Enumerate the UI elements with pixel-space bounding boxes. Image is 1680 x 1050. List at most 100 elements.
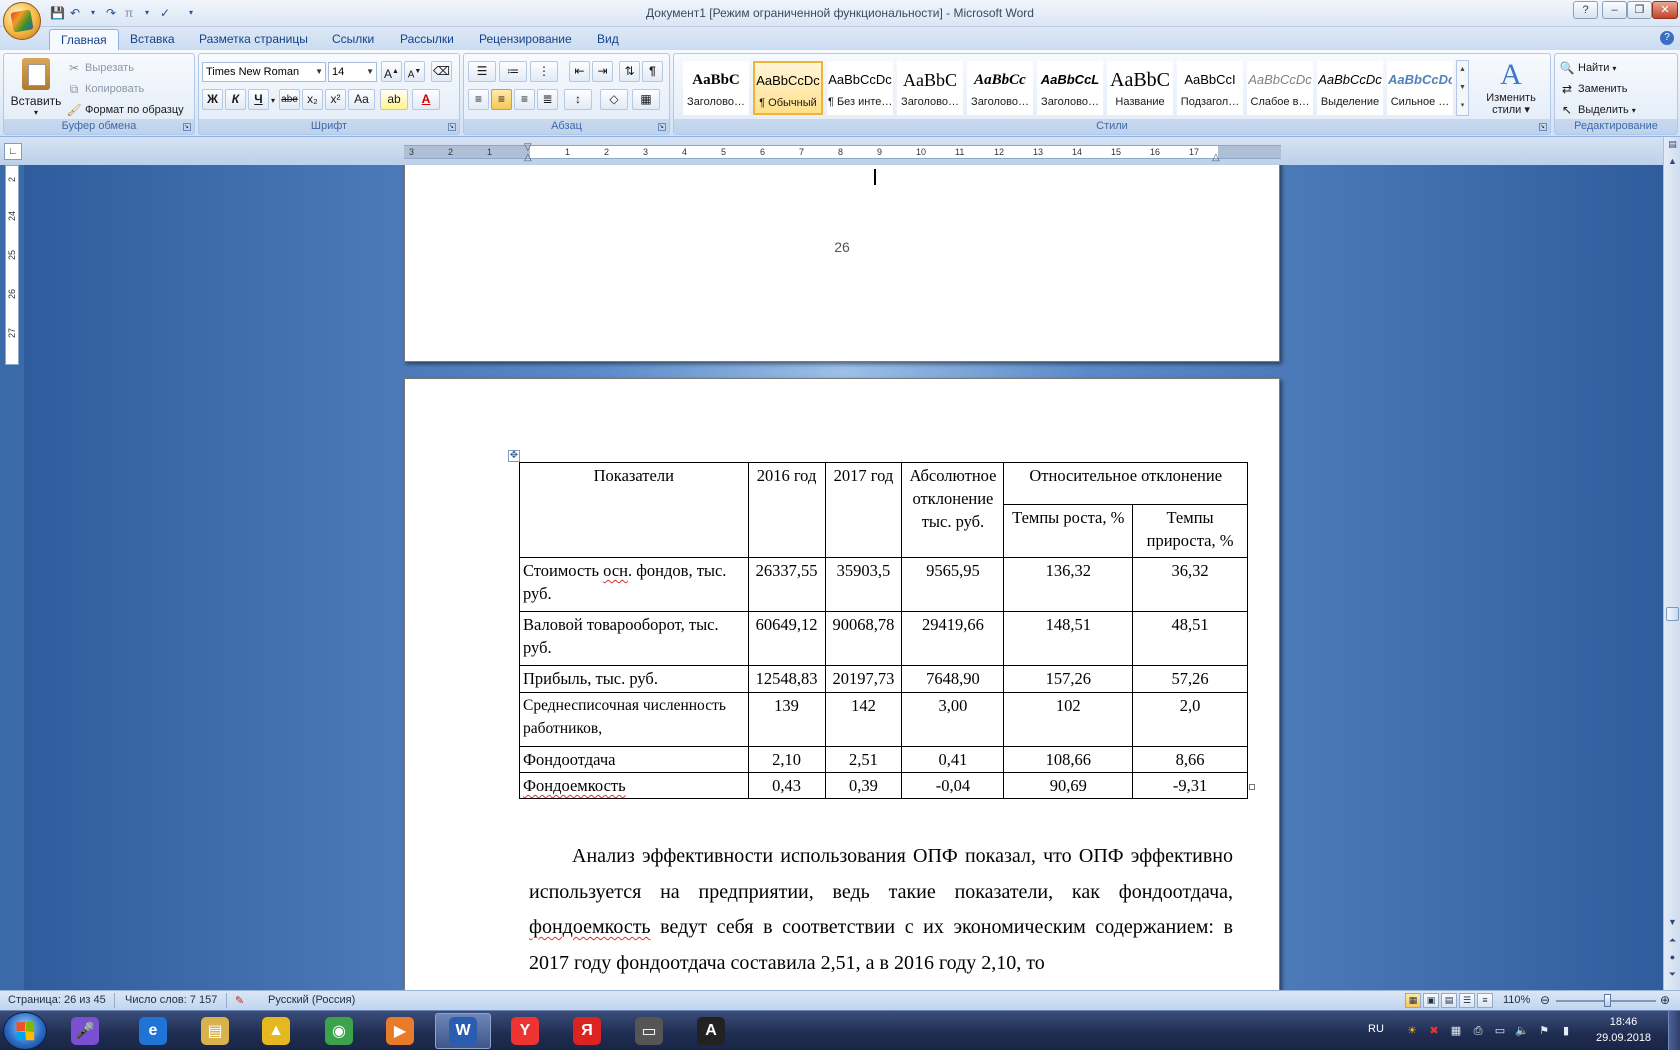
style-title[interactable]: AaBbC Название bbox=[1107, 61, 1173, 115]
change-case-button[interactable]: Aa bbox=[348, 89, 375, 110]
help-button[interactable]: ? bbox=[1573, 1, 1598, 19]
cell-growth[interactable]: 148,51 bbox=[1003, 611, 1134, 666]
start-button[interactable] bbox=[3, 1012, 47, 1050]
align-right-icon[interactable]: ≡ bbox=[514, 89, 535, 110]
browse-object-icon[interactable]: ● bbox=[1665, 950, 1680, 965]
cut-button[interactable]: ✂ Вырезать bbox=[66, 58, 134, 78]
taskbar-app-archiver[interactable]: ▲ bbox=[248, 1013, 304, 1049]
ruler-toggle-icon[interactable]: ▤ bbox=[1665, 137, 1680, 152]
help-icon[interactable]: ? bbox=[1660, 31, 1674, 45]
draft-view-icon[interactable]: ≡ bbox=[1477, 993, 1493, 1008]
align-left-icon[interactable]: ≡ bbox=[468, 89, 489, 110]
show-formatting-icon[interactable]: ¶ bbox=[642, 61, 663, 82]
action-center-flag-icon[interactable]: ⚑ bbox=[1536, 1023, 1552, 1039]
cell-growth[interactable]: 108,66 bbox=[1003, 746, 1134, 773]
previous-page-icon[interactable]: ⏶ bbox=[1665, 933, 1680, 948]
row-label[interactable]: Фондоемкость bbox=[519, 772, 749, 799]
sort-icon[interactable]: ⇅ bbox=[619, 61, 640, 82]
cell-absolute[interactable]: 29419,66 bbox=[901, 611, 1005, 666]
cell-growth[interactable]: 136,32 bbox=[1003, 557, 1134, 612]
maximize-button[interactable]: ❐ bbox=[1627, 1, 1652, 19]
style-heading1[interactable]: AaBbC Заголово… bbox=[683, 61, 749, 115]
scroll-thumb[interactable] bbox=[1666, 607, 1679, 621]
font-launcher-icon[interactable]: ↘ bbox=[448, 123, 456, 131]
italic-button[interactable]: К bbox=[225, 89, 246, 110]
clear-format-icon[interactable]: ⌫ bbox=[431, 61, 452, 82]
cell-2017[interactable]: 0,39 bbox=[824, 772, 903, 799]
volume-icon[interactable]: 🔈 bbox=[1514, 1023, 1530, 1039]
cell-increase[interactable]: -9,31 bbox=[1132, 772, 1248, 799]
print-layout-view-icon[interactable]: ▦ bbox=[1405, 993, 1421, 1008]
full-screen-view-icon[interactable]: ▣ bbox=[1423, 993, 1439, 1008]
bullets-icon[interactable]: ☰ bbox=[468, 61, 496, 82]
superscript-button[interactable]: x² bbox=[325, 89, 346, 110]
cell-2017[interactable]: 90068,78 bbox=[824, 611, 903, 666]
printer-icon[interactable]: ⎙ bbox=[1470, 1023, 1486, 1039]
zoom-out-icon[interactable]: ⊖ bbox=[1540, 993, 1550, 1007]
style-subtitle[interactable]: AaBbCcI Подзагол… bbox=[1177, 61, 1243, 115]
underline-dropdown-icon[interactable]: ▾ bbox=[271, 96, 275, 105]
row-label[interactable]: Стоимость осн. фондов, тыс. руб. bbox=[519, 557, 749, 612]
page-previous[interactable]: 26 bbox=[404, 165, 1280, 362]
zoom-in-icon[interactable]: ⊕ bbox=[1660, 993, 1670, 1007]
cell-growth[interactable]: 102 bbox=[1003, 692, 1134, 747]
table-resize-handle[interactable] bbox=[1249, 784, 1255, 790]
bold-button[interactable]: Ж bbox=[202, 89, 223, 110]
tab-references[interactable]: Ссылки bbox=[321, 29, 385, 50]
copy-button[interactable]: ⧉ Копировать bbox=[66, 79, 145, 99]
cell-2016[interactable]: 0,43 bbox=[747, 772, 826, 799]
taskbar-app-word[interactable]: W bbox=[435, 1013, 491, 1049]
font-name-combo[interactable]: Times New Roman ▼ bbox=[202, 62, 326, 82]
paste-button[interactable]: Вставить ▾ bbox=[10, 58, 62, 120]
cell-2016[interactable]: 139 bbox=[747, 692, 826, 747]
proofing-icon[interactable]: ✎ bbox=[235, 994, 244, 1007]
show-desktop-button[interactable] bbox=[1668, 1011, 1680, 1050]
clock[interactable]: 18:46 29.09.2018 bbox=[1596, 1014, 1651, 1046]
row-label[interactable]: Фондоотдача bbox=[519, 746, 749, 773]
cell-2016[interactable]: 2,10 bbox=[747, 746, 826, 773]
grow-font-button[interactable]: A▲ bbox=[381, 61, 402, 82]
cell-2017[interactable]: 35903,5 bbox=[824, 557, 903, 612]
shrink-font-button[interactable]: A▼ bbox=[404, 61, 425, 82]
taskbar-app-scanner[interactable]: ▭ bbox=[621, 1013, 677, 1049]
zoom-slider-thumb[interactable] bbox=[1604, 994, 1611, 1007]
weather-icon[interactable]: ☀ bbox=[1404, 1023, 1420, 1039]
taskbar-app-yandex[interactable]: Y bbox=[497, 1013, 553, 1049]
line-spacing-icon[interactable]: ↕ bbox=[564, 89, 592, 110]
cell-absolute[interactable]: 3,00 bbox=[901, 692, 1005, 747]
left-indent-marker-icon[interactable]: △ bbox=[524, 152, 532, 163]
taskbar-app-chrome[interactable]: ◉ bbox=[311, 1013, 367, 1049]
data-table[interactable]: Показатели 2016 год 2017 год Абсолютное … bbox=[519, 462, 1248, 799]
cell-2017[interactable]: 20197,73 bbox=[824, 665, 903, 693]
tab-home[interactable]: Главная bbox=[49, 29, 119, 50]
replace-button[interactable]: ⇄ Заменить bbox=[1559, 79, 1627, 99]
input-language[interactable]: RU bbox=[1368, 1023, 1384, 1035]
header-increase-rate[interactable]: Темпы прироста, % bbox=[1132, 504, 1248, 558]
change-styles-button[interactable]: A Изменить стили ▾ bbox=[1474, 58, 1548, 120]
justify-icon[interactable]: ≣ bbox=[537, 89, 558, 110]
display-icon[interactable]: ▭ bbox=[1492, 1023, 1508, 1039]
header-indicators[interactable]: Показатели bbox=[519, 462, 749, 558]
web-layout-view-icon[interactable]: ▤ bbox=[1441, 993, 1457, 1008]
vertical-scrollbar[interactable]: ▤ ▲ ▼ ⏶ ● ⏷ bbox=[1663, 137, 1680, 990]
cell-absolute[interactable]: -0,04 bbox=[901, 772, 1005, 799]
right-indent-marker-icon[interactable]: △ bbox=[1212, 152, 1220, 163]
font-color-icon[interactable]: A bbox=[412, 89, 440, 110]
row-label[interactable]: Среднесписочная численность работников, bbox=[519, 692, 749, 747]
style-subtle-emphasis[interactable]: AaBbCcDc Слабое в… bbox=[1247, 61, 1313, 115]
header-growth-rate[interactable]: Темпы роста, % bbox=[1003, 504, 1134, 558]
cell-absolute[interactable]: 7648,90 bbox=[901, 665, 1005, 693]
cell-increase[interactable]: 8,66 bbox=[1132, 746, 1248, 773]
header-absolute[interactable]: Абсолютное отклонение тыс. руб. bbox=[901, 462, 1005, 558]
tray-app-icon[interactable]: ✖ bbox=[1426, 1023, 1442, 1039]
style-heading3[interactable]: AaBbCc Заголово… bbox=[967, 61, 1033, 115]
tab-page-layout[interactable]: Разметка страницы bbox=[188, 29, 319, 50]
tab-selector-icon[interactable]: ∟ bbox=[4, 143, 22, 160]
cell-increase[interactable]: 2,0 bbox=[1132, 692, 1248, 747]
office-button[interactable] bbox=[3, 2, 41, 40]
cell-absolute[interactable]: 0,41 bbox=[901, 746, 1005, 773]
cell-2017[interactable]: 142 bbox=[824, 692, 903, 747]
align-center-icon[interactable]: ≡ bbox=[491, 89, 512, 110]
power-icon[interactable]: ▮ bbox=[1558, 1023, 1574, 1039]
row-label[interactable]: Прибыль, тыс. руб. bbox=[519, 665, 749, 693]
